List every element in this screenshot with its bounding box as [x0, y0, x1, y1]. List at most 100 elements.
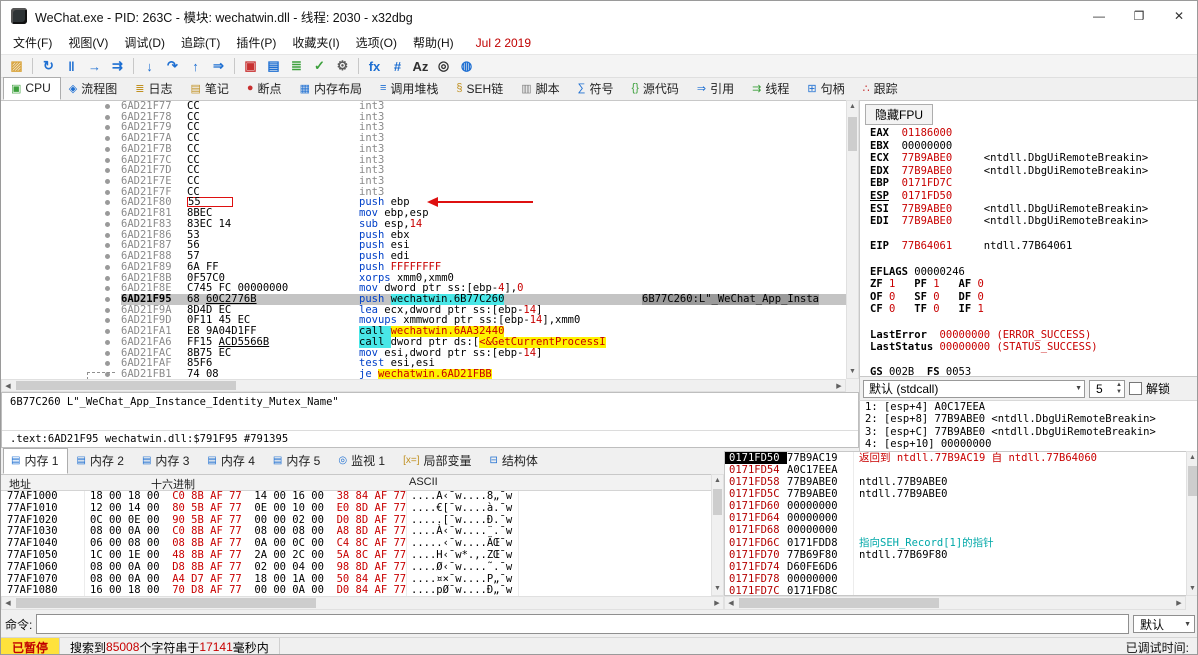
- stack-row[interactable]: 0171FD7C 0171FD8C: [725, 584, 1197, 595]
- register-line[interactable]: EIP 77B64061 ntdll.77B64061: [860, 240, 1197, 253]
- stack-row[interactable]: 0171FD70 77B69F80 ntdll.77B69F80: [725, 548, 1197, 561]
- breakpoint-gutter[interactable]: [1, 251, 121, 262]
- breakpoint-gutter[interactable]: [1, 315, 121, 326]
- tab-memory-map[interactable]: ▦ 内存布局: [292, 77, 372, 100]
- arguments-view[interactable]: 1: [esp+4] A0C17EEA 2: [esp+8] 77B9ABE0 <…: [859, 400, 1197, 451]
- stack-row[interactable]: 0171FD5C 77B9ABE0 ntdll.77B9ABE0: [725, 488, 1197, 501]
- register-line[interactable]: [860, 316, 1197, 329]
- breakpoint-gutter[interactable]: [1, 230, 121, 241]
- check-icon[interactable]: ✓: [309, 57, 330, 76]
- argument-count-stepper[interactable]: 5 ▲ ▼: [1089, 379, 1125, 398]
- registers-panel[interactable]: 隐藏FPU EAX 01186000 EBX 00000000 ECX 77B9AB…: [859, 100, 1197, 377]
- menu-item[interactable]: 追踪(T): [173, 33, 228, 53]
- menu-item[interactable]: 文件(F): [5, 33, 60, 53]
- argument-line[interactable]: 4: [esp+10] 00000000: [860, 438, 1197, 450]
- pause-icon[interactable]: ‖: [61, 57, 82, 76]
- argument-line[interactable]: 2: [esp+8] 77B9ABE0 <ntdll.DbgUiRemoteBr…: [860, 413, 1197, 425]
- scroll-left-arrow-icon[interactable]: ◀: [725, 597, 737, 609]
- scroll-up-arrow-icon[interactable]: ▲: [1187, 452, 1197, 464]
- breakpoint-gutter[interactable]: [1, 348, 121, 359]
- disasm-row[interactable]: 6AD21FA6 FF15 ACD5566B call dword ptr ds:[…: [1, 336, 846, 348]
- breakpoint-gutter[interactable]: [1, 283, 121, 294]
- disassembly-vertical-scrollbar[interactable]: ▲ ▼: [846, 100, 859, 379]
- tab-mem5[interactable]: ▤ 内存 5: [265, 448, 330, 474]
- disassembly-horizontal-scrollbar[interactable]: ◀ ▶: [1, 379, 846, 392]
- globe-icon[interactable]: ◍: [456, 57, 477, 76]
- tab-source[interactable]: {} 源代码: [624, 77, 689, 100]
- command-profile-select[interactable]: 默认 ▼: [1133, 615, 1195, 633]
- menu-item[interactable]: 插件(P): [228, 33, 284, 53]
- tab-handles[interactable]: ⊞ 句柄: [799, 77, 854, 100]
- breakpoint-gutter[interactable]: [1, 155, 121, 166]
- breakpoint-gutter[interactable]: [1, 305, 121, 316]
- dump-horizontal-scrollbar[interactable]: ◀ ▶: [1, 596, 724, 610]
- argument-line[interactable]: 3: [esp+C] 77B9ABE0 <ntdll.DbgUiRemoteBr…: [860, 426, 1197, 438]
- breakpoint-gutter[interactable]: [1, 294, 121, 305]
- stack-row[interactable]: 0171FD6C 0171FDD8 指向SEH_Record[1]的指针: [725, 536, 1197, 549]
- menu-item[interactable]: 选项(O): [348, 33, 405, 53]
- stepper-arrows-icon[interactable]: ▲ ▼: [1116, 382, 1122, 396]
- tab-notes[interactable]: ▤ 笔记: [182, 77, 238, 100]
- disasm-row[interactable]: 6AD21F89 6A FF push FFFFFFFF: [1, 262, 846, 273]
- breakpoint-gutter[interactable]: [1, 326, 121, 337]
- breakpoint-gutter[interactable]: [1, 112, 121, 123]
- breakpoint-gutter[interactable]: [1, 176, 121, 187]
- register-line[interactable]: OF 0 SF 0 DF 0: [860, 291, 1197, 304]
- breakpoint-gutter[interactable]: [1, 240, 121, 251]
- tab-threads[interactable]: ⇉ 线程: [744, 77, 799, 100]
- scroll-down-arrow-icon[interactable]: ▼: [712, 583, 723, 595]
- tab-symbols[interactable]: ∑ 符号: [570, 77, 624, 100]
- scroll-left-arrow-icon[interactable]: ◀: [2, 597, 14, 609]
- unlock-checkbox[interactable]: [1129, 382, 1142, 395]
- tab-locals[interactable]: [x=] 局部变量: [395, 448, 481, 474]
- menu-item[interactable]: 视图(V): [60, 33, 116, 53]
- scroll-right-arrow-icon[interactable]: ▶: [833, 380, 845, 391]
- stack-row[interactable]: 0171FD68 00000000: [725, 524, 1197, 537]
- open-folder-icon[interactable]: ▨: [6, 57, 27, 76]
- step-over-icon[interactable]: ↷: [162, 57, 183, 76]
- scrollbar-thumb[interactable]: [1188, 466, 1197, 496]
- breakpoint-gutter[interactable]: [1, 208, 121, 219]
- scrollbar-thumb[interactable]: [713, 489, 722, 515]
- register-line[interactable]: [860, 228, 1197, 241]
- stack-vertical-scrollbar[interactable]: ▲ ▼: [1186, 451, 1197, 596]
- register-line[interactable]: EBX 00000000: [860, 140, 1197, 153]
- tab-mem1[interactable]: ▤ 内存 1: [3, 448, 69, 474]
- scroll-right-arrow-icon[interactable]: ▶: [711, 597, 723, 609]
- breakpoint-gutter[interactable]: [1, 144, 121, 155]
- scroll-down-arrow-icon[interactable]: ▼: [1187, 583, 1197, 595]
- register-line[interactable]: ZF 1 PF 1 AF 0: [860, 278, 1197, 291]
- tab-script[interactable]: ▥ 脚本: [513, 77, 569, 100]
- register-line[interactable]: LastError 00000000 (ERROR_SUCCESS): [860, 329, 1197, 342]
- stack-row[interactable]: 0171FD78 00000000: [725, 572, 1197, 585]
- register-line[interactable]: EAX 01186000: [860, 127, 1197, 140]
- step-into-icon[interactable]: ↓: [139, 57, 160, 76]
- breakpoint-gutter[interactable]: [1, 122, 121, 133]
- stack-row[interactable]: 0171FD64 00000000: [725, 512, 1197, 525]
- register-line[interactable]: ESI 77B9ABE0 <ntdll.DbgUiRemoteBreakin>: [860, 203, 1197, 216]
- breakpoint-gutter[interactable]: [1, 358, 121, 369]
- hide-fpu-button[interactable]: 隐藏FPU: [865, 104, 934, 125]
- hash-icon[interactable]: #: [387, 57, 408, 76]
- tab-seh[interactable]: § SEH链: [448, 77, 513, 100]
- scroll-right-arrow-icon[interactable]: ▶: [1173, 597, 1185, 609]
- maximize-button[interactable]: ❐: [1119, 1, 1159, 31]
- stack-row[interactable]: 0171FD54 A0C17EEA: [725, 464, 1197, 477]
- patches-icon[interactable]: ▣: [240, 57, 261, 76]
- calling-convention-select[interactable]: 默认 (stdcall) ▼: [863, 379, 1085, 398]
- breakpoint-gutter[interactable]: [1, 133, 121, 144]
- tab-graph[interactable]: ◈ 流程图: [61, 77, 127, 100]
- log-icon[interactable]: ≣: [286, 57, 307, 76]
- run-alt-icon[interactable]: ⇉: [107, 57, 128, 76]
- register-line[interactable]: EFLAGS 00000246: [860, 266, 1197, 279]
- strings-icon[interactable]: Az: [410, 57, 431, 76]
- stack-row[interactable]: 0171FD60 00000000: [725, 500, 1197, 513]
- scrollbar-thumb[interactable]: [739, 598, 939, 608]
- tab-trace[interactable]: ∴ 跟踪: [855, 77, 908, 100]
- argument-line[interactable]: 1: [esp+4] A0C17EEA: [860, 401, 1197, 413]
- tab-mem2[interactable]: ▤ 内存 2: [68, 448, 133, 474]
- breakpoint-gutter[interactable]: [1, 187, 121, 198]
- disassembly-view[interactable]: 6AD21F77 CC int3 6AD21F78 CC int3 6AD21F79 CC in…: [1, 100, 846, 380]
- close-button[interactable]: ✕: [1159, 1, 1197, 31]
- stack-row[interactable]: 0171FD58 77B9ABE0 ntdll.77B9ABE0: [725, 476, 1197, 489]
